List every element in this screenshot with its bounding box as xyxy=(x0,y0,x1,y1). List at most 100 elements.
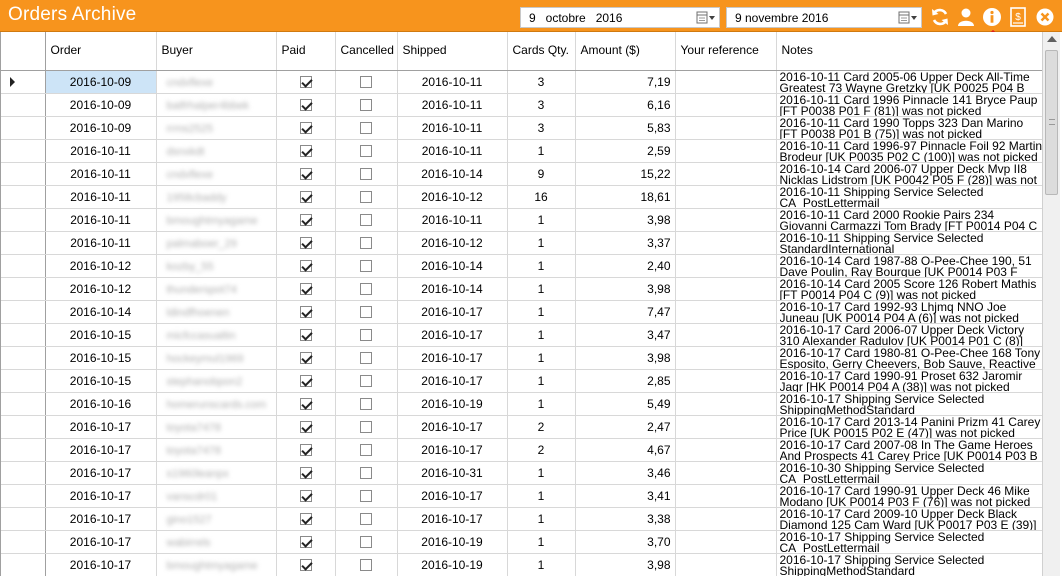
cancelled-cell[interactable] xyxy=(335,162,398,186)
paid-checkbox[interactable] xyxy=(299,490,312,503)
row-header[interactable] xyxy=(1,461,46,485)
paid-checkbox[interactable] xyxy=(299,559,312,572)
column-header-notes[interactable]: Notes xyxy=(776,32,1042,71)
cancelled-checkbox[interactable] xyxy=(360,168,372,181)
buyer-cell[interactable]: homerunscards.com xyxy=(156,392,277,416)
cancelled-checkbox[interactable] xyxy=(360,421,372,434)
paid-checkbox[interactable] xyxy=(299,237,312,250)
row-header[interactable] xyxy=(1,346,46,370)
paid-cell[interactable] xyxy=(276,70,336,94)
row-header[interactable] xyxy=(1,369,46,393)
order-date-cell[interactable]: 2016-10-17 xyxy=(45,461,157,485)
cancelled-checkbox[interactable] xyxy=(360,145,372,158)
notes-cell[interactable]: 2016-10-17 Shipping Service Selected CA_… xyxy=(776,530,1042,554)
buyer-cell[interactable]: 1958cbaddy xyxy=(156,185,277,209)
table-row[interactable]: 2016-10-11 dsnxkdt 2016-10-11 1 2,59 2016-10-… xyxy=(1,139,1042,163)
close-icon[interactable] xyxy=(1034,6,1056,28)
cancelled-cell[interactable] xyxy=(335,461,398,485)
amount-cell[interactable]: 2,40 xyxy=(575,254,676,278)
buyer-cell[interactable]: cndxflexe xyxy=(156,162,277,186)
table-row[interactable]: 2016-10-14 ldindfhoenen 2016-10-17 1 7,47 201… xyxy=(1,300,1042,324)
buyer-cell[interactable]: bmoughtmyagame xyxy=(156,208,277,232)
paid-cell[interactable] xyxy=(276,162,336,186)
reference-cell[interactable] xyxy=(675,484,777,508)
column-header-cancelled[interactable]: Cancelled xyxy=(335,32,398,71)
table-row[interactable]: 2016-10-17 toyota7478 2016-10-17 2 2,47 2016-… xyxy=(1,415,1042,439)
table-row[interactable]: 2016-10-17 wabirrels 2016-10-19 1 3,70 2016-1… xyxy=(1,530,1042,554)
scrollbar-thumb[interactable] xyxy=(1045,50,1058,195)
reference-cell[interactable] xyxy=(675,231,777,255)
column-header-paid[interactable]: Paid xyxy=(276,32,336,71)
cards-qty-cell[interactable]: 16 xyxy=(507,185,576,209)
shipped-date-cell[interactable]: 2016-10-17 xyxy=(397,507,508,531)
buyer-cell[interactable]: kozby_55 xyxy=(156,254,277,278)
table-row[interactable]: 2016-10-12 thunderspot74 2016-10-14 1 3,98 20… xyxy=(1,277,1042,301)
shipped-date-cell[interactable]: 2016-10-14 xyxy=(397,254,508,278)
table-row[interactable]: 2016-10-17 vanscdr01 2016-10-17 1 3,41 2016-1… xyxy=(1,484,1042,508)
table-row[interactable]: 2016-10-11 cndxflexe 2016-10-14 9 15,22 2016-… xyxy=(1,162,1042,186)
paid-checkbox[interactable] xyxy=(299,513,312,526)
paid-cell[interactable] xyxy=(276,369,336,393)
cards-qty-cell[interactable]: 1 xyxy=(507,323,576,347)
buyer-cell[interactable]: bmoughtmyagame xyxy=(156,553,277,576)
amount-cell[interactable]: 2,47 xyxy=(575,415,676,439)
notes-cell[interactable]: 2016-10-11 Card 1996 Pinnacle 141 Bryce … xyxy=(776,93,1042,117)
cards-qty-cell[interactable]: 9 xyxy=(507,162,576,186)
paid-checkbox[interactable] xyxy=(299,467,312,480)
paid-checkbox[interactable] xyxy=(299,122,312,135)
shipped-date-cell[interactable]: 2016-10-12 xyxy=(397,231,508,255)
row-header[interactable] xyxy=(1,70,46,94)
cards-qty-cell[interactable]: 1 xyxy=(507,277,576,301)
paid-cell[interactable] xyxy=(276,507,336,531)
amount-cell[interactable]: 7,19 xyxy=(575,70,676,94)
cancelled-checkbox[interactable] xyxy=(360,490,372,503)
paid-checkbox[interactable] xyxy=(299,99,312,112)
buyer-cell[interactable]: s1960leanpx xyxy=(156,461,277,485)
cards-qty-cell[interactable]: 3 xyxy=(507,93,576,117)
date-to-picker[interactable]: 9 novembre 2016 xyxy=(726,7,922,28)
paid-cell[interactable] xyxy=(276,461,336,485)
reference-cell[interactable] xyxy=(675,300,777,324)
table-row[interactable]: 2016-10-09 batfrhalper4bbek 2016-10-11 3 6,1… xyxy=(1,93,1042,117)
table-row[interactable]: 2016-10-16 homerunscards.com 2016-10-19 1 5,… xyxy=(1,392,1042,416)
paid-cell[interactable] xyxy=(276,208,336,232)
notes-cell[interactable]: 2016-10-17 Shipping Service Selected Shi… xyxy=(776,392,1042,416)
cancelled-checkbox[interactable] xyxy=(360,237,372,250)
notes-cell[interactable]: 2016-10-17 Card 1990-91 Upper Deck 46 Mi… xyxy=(776,484,1042,508)
shipped-date-cell[interactable]: 2016-10-17 xyxy=(397,323,508,347)
cancelled-checkbox[interactable] xyxy=(360,283,372,296)
paid-cell[interactable] xyxy=(276,438,336,462)
paid-cell[interactable] xyxy=(276,392,336,416)
notes-cell[interactable]: 2016-10-17 Card 2007-08 In The Game Hero… xyxy=(776,438,1042,462)
paid-checkbox[interactable] xyxy=(299,421,312,434)
order-date-cell[interactable]: 2016-10-12 xyxy=(45,254,157,278)
shipped-date-cell[interactable]: 2016-10-11 xyxy=(397,139,508,163)
export-icon[interactable]: $ xyxy=(1007,6,1029,28)
buyer-cell[interactable]: batfrhalper4bbek xyxy=(156,93,277,117)
paid-checkbox[interactable] xyxy=(299,329,312,342)
amount-cell[interactable]: 3,98 xyxy=(575,208,676,232)
column-header-shipped[interactable]: Shipped xyxy=(397,32,508,71)
paid-cell[interactable] xyxy=(276,530,336,554)
shipped-date-cell[interactable]: 2016-10-31 xyxy=(397,461,508,485)
paid-checkbox[interactable] xyxy=(299,306,312,319)
notes-cell[interactable]: 2016-10-14 Card 2006-07 Upper Deck Mvp I… xyxy=(776,162,1042,186)
order-date-cell[interactable]: 2016-10-17 xyxy=(45,438,157,462)
amount-cell[interactable]: 2,59 xyxy=(575,139,676,163)
cancelled-cell[interactable] xyxy=(335,277,398,301)
notes-cell[interactable]: 2016-10-11 Shipping Service Selected CA_… xyxy=(776,185,1042,209)
paid-checkbox[interactable] xyxy=(299,214,312,227)
shipped-date-cell[interactable]: 2016-10-11 xyxy=(397,116,508,140)
amount-cell[interactable]: 6,16 xyxy=(575,93,676,117)
table-row[interactable]: 2016-10-09 cndxflexe 2016-10-11 3 7,19 2016-1… xyxy=(1,70,1042,94)
shipped-date-cell[interactable]: 2016-10-19 xyxy=(397,553,508,576)
cancelled-checkbox[interactable] xyxy=(360,513,372,526)
info-icon[interactable] xyxy=(981,6,1003,28)
row-header[interactable] xyxy=(1,277,46,301)
cards-qty-cell[interactable]: 1 xyxy=(507,300,576,324)
cards-qty-cell[interactable]: 1 xyxy=(507,392,576,416)
shipped-date-cell[interactable]: 2016-10-12 xyxy=(397,185,508,209)
reference-cell[interactable] xyxy=(675,277,777,301)
buyer-cell[interactable]: wabirrels xyxy=(156,530,277,554)
reference-cell[interactable] xyxy=(675,70,777,94)
